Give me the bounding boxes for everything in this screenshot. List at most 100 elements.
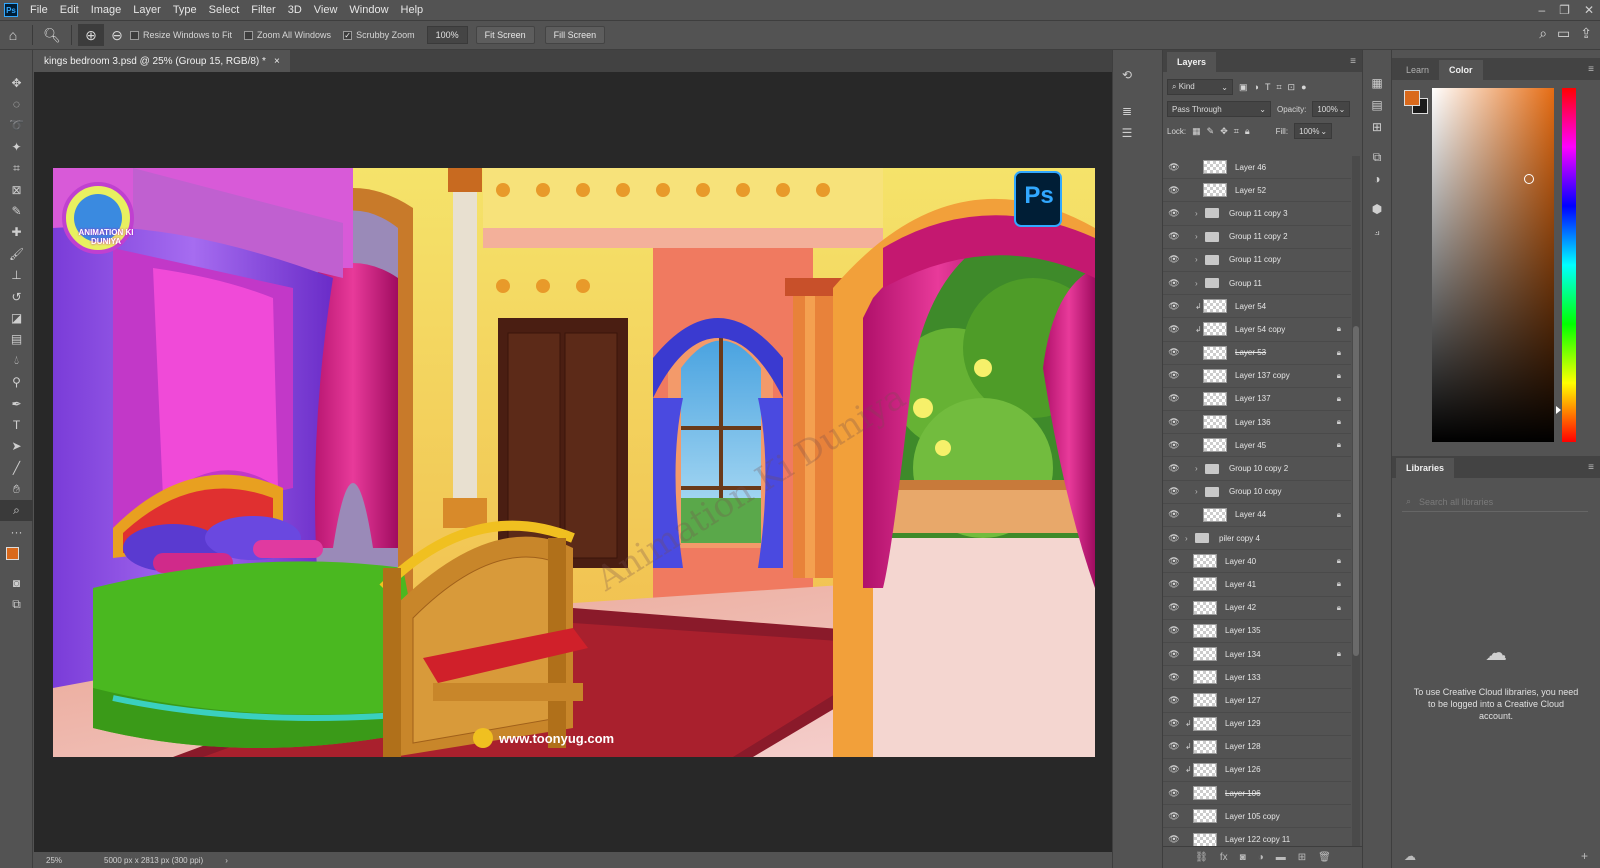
layer-name[interactable]: Layer 54 copy xyxy=(1235,325,1285,334)
artwork-canvas[interactable]: ANIMATION KI DUNIYA Ps www.toonyug.com A… xyxy=(53,168,1095,757)
panel-menu-icon[interactable]: ≡ xyxy=(1588,64,1594,75)
layer-group-row[interactable]: 👁︎ › Group 10 copy 2 xyxy=(1163,457,1351,481)
paths-panel-icon[interactable]: ⟓ xyxy=(1363,220,1391,242)
layer-name[interactable]: Layer 133 xyxy=(1225,673,1261,682)
dodge-tool-icon[interactable]: ⚲ xyxy=(0,371,33,392)
brush-tool-icon[interactable]: 🖌︎ xyxy=(0,243,33,264)
smartobject-filter-icon[interactable]: ⊡ xyxy=(1288,82,1296,93)
menu-file[interactable]: File xyxy=(24,0,54,20)
type-filter-icon[interactable]: T xyxy=(1265,82,1271,92)
filter-toggle-icon[interactable]: ● xyxy=(1301,82,1306,92)
history-panel-icon[interactable]: ⟲ xyxy=(1113,64,1141,86)
visibility-eye-icon[interactable]: 👁︎ xyxy=(1163,764,1185,775)
visibility-eye-icon[interactable]: 👁︎ xyxy=(1163,185,1185,196)
panel-menu-icon[interactable]: ≡ xyxy=(1588,462,1594,473)
fx-icon[interactable]: fx xyxy=(1220,852,1228,863)
layer-name[interactable]: Layer 126 xyxy=(1225,765,1261,774)
layer-name[interactable]: Layer 54 xyxy=(1235,302,1266,311)
menu-help[interactable]: Help xyxy=(395,0,430,20)
menu-edit[interactable]: Edit xyxy=(54,0,85,20)
blend-mode-dropdown[interactable]: Pass Through ⌄ xyxy=(1167,101,1271,117)
lasso-tool-icon[interactable]: ➰ xyxy=(0,115,33,136)
expand-chevron-icon[interactable]: › xyxy=(1185,534,1195,543)
zoom-level[interactable]: 25% xyxy=(46,856,96,865)
visibility-eye-icon[interactable]: 👁︎ xyxy=(1163,301,1185,312)
visibility-eye-icon[interactable]: 👁︎ xyxy=(1163,718,1185,729)
layer-name[interactable]: Layer 137 xyxy=(1235,394,1271,403)
visibility-eye-icon[interactable]: 👁︎ xyxy=(1163,788,1185,799)
visibility-eye-icon[interactable]: 👁︎ xyxy=(1163,533,1185,544)
pixel-filter-icon[interactable]: ▣ xyxy=(1239,82,1248,93)
line-tool-icon[interactable]: ╱ xyxy=(0,457,33,478)
layer-thumbnail[interactable] xyxy=(1193,577,1217,592)
panel-menu-icon[interactable]: ≡ xyxy=(1350,56,1356,67)
fill-screen-button[interactable]: Fill Screen xyxy=(544,26,606,44)
minimize-icon[interactable]: – xyxy=(1538,0,1545,20)
home-icon[interactable]: ⌂ xyxy=(0,24,26,46)
crop-tool-icon[interactable]: ⌗ xyxy=(0,158,33,179)
layer-row[interactable]: 👁︎ Layer 52 xyxy=(1163,179,1351,203)
layer-thumbnail[interactable] xyxy=(1193,786,1217,801)
brush-settings-icon[interactable]: ≣ xyxy=(1113,100,1141,122)
lock-artboard-icon[interactable]: ⌗ xyxy=(1234,126,1239,137)
menu-filter[interactable]: Filter xyxy=(245,0,281,20)
fill-field[interactable]: 100% ⌄ xyxy=(1294,123,1333,139)
filter-kind-dropdown[interactable]: ⌕ Kind ⌄ xyxy=(1167,79,1233,95)
expand-chevron-icon[interactable]: › xyxy=(1195,232,1205,241)
new-group-icon[interactable]: ▬ xyxy=(1276,852,1286,863)
menu-view[interactable]: View xyxy=(308,0,344,20)
zoom-out-icon[interactable]: ⊖ xyxy=(104,24,130,46)
expand-chevron-icon[interactable]: › xyxy=(1195,279,1205,288)
layer-thumbnail[interactable] xyxy=(1203,415,1227,430)
layer-row[interactable]: 👁︎ Layer 106 xyxy=(1163,782,1351,806)
shape-filter-icon[interactable]: ⌗ xyxy=(1276,82,1281,93)
layer-thumbnail[interactable] xyxy=(1193,670,1217,685)
layer-row[interactable]: 👁︎ Layer 45 🔒︎ xyxy=(1163,434,1351,458)
layer-thumbnail[interactable] xyxy=(1203,507,1227,522)
visibility-eye-icon[interactable]: 👁︎ xyxy=(1163,254,1185,265)
fit-screen-button[interactable]: Fit Screen xyxy=(475,26,535,44)
quick-mask-icon[interactable]: ◙ xyxy=(0,573,33,594)
visibility-eye-icon[interactable]: 👁︎ xyxy=(1163,741,1185,752)
tab-color[interactable]: Color xyxy=(1439,60,1483,80)
gradient-tool-icon[interactable]: ▤ xyxy=(0,329,33,350)
menu-type[interactable]: Type xyxy=(167,0,203,20)
layer-name[interactable]: Group 11 copy 2 xyxy=(1229,232,1288,241)
restore-icon[interactable]: ❐ xyxy=(1559,0,1570,20)
layer-thumbnail[interactable] xyxy=(1203,345,1227,360)
close-tab-icon[interactable]: × xyxy=(274,56,280,67)
layer-name[interactable]: Layer 42 xyxy=(1225,603,1256,612)
new-layer-icon[interactable]: ⊞ xyxy=(1298,852,1306,863)
layer-name[interactable]: Layer 53 xyxy=(1235,348,1266,357)
scrubby-zoom-checkbox[interactable]: ✓ Scrubby Zoom xyxy=(343,30,415,40)
layer-thumbnail[interactable] xyxy=(1203,322,1227,337)
eraser-tool-icon[interactable]: ◪ xyxy=(0,307,33,328)
visibility-eye-icon[interactable]: 👁︎ xyxy=(1163,231,1185,242)
status-menu-arrow[interactable]: › xyxy=(225,856,228,865)
close-window-icon[interactable]: ✕ xyxy=(1584,0,1594,20)
layer-thumbnail[interactable] xyxy=(1193,809,1217,824)
swatches-panel-icon[interactable]: ▦ xyxy=(1363,72,1391,94)
layer-name[interactable]: Layer 52 xyxy=(1235,186,1266,195)
layer-row[interactable]: 👁︎ Layer 135 xyxy=(1163,620,1351,643)
delete-layer-icon[interactable]: 🗑︎ xyxy=(1318,852,1331,863)
eyedropper-tool-icon[interactable]: ✎ xyxy=(0,200,33,221)
layer-group-row[interactable]: 👁︎ › Group 11 copy 3 xyxy=(1163,202,1351,226)
visibility-eye-icon[interactable]: 👁︎ xyxy=(1163,811,1185,822)
marquee-tool-icon[interactable]: ◌ xyxy=(0,93,33,114)
layer-name[interactable]: Layer 129 xyxy=(1225,719,1261,728)
adjustments-panel-icon[interactable]: ◑ xyxy=(1363,168,1391,190)
layer-name[interactable]: Layer 105 copy xyxy=(1225,812,1280,821)
layer-row[interactable]: 👁︎ Layer 137 copy 🔒︎ xyxy=(1163,365,1351,388)
link-layers-icon[interactable]: ⛓ xyxy=(1195,852,1208,863)
adjustment-filter-icon[interactable]: ◑ xyxy=(1254,82,1259,92)
layer-name[interactable]: Layer 137 copy xyxy=(1235,371,1290,380)
lock-pixels-icon[interactable]: ✎ xyxy=(1207,126,1215,137)
layer-thumbnail[interactable] xyxy=(1203,160,1227,175)
visibility-eye-icon[interactable]: 👁︎ xyxy=(1163,208,1185,219)
layer-thumbnail[interactable] xyxy=(1203,368,1227,383)
visibility-eye-icon[interactable]: 👁︎ xyxy=(1163,417,1185,428)
visibility-eye-icon[interactable]: 👁︎ xyxy=(1163,440,1185,451)
tab-libraries[interactable]: Libraries xyxy=(1396,458,1455,478)
layer-name[interactable]: Layer 40 xyxy=(1225,557,1256,566)
